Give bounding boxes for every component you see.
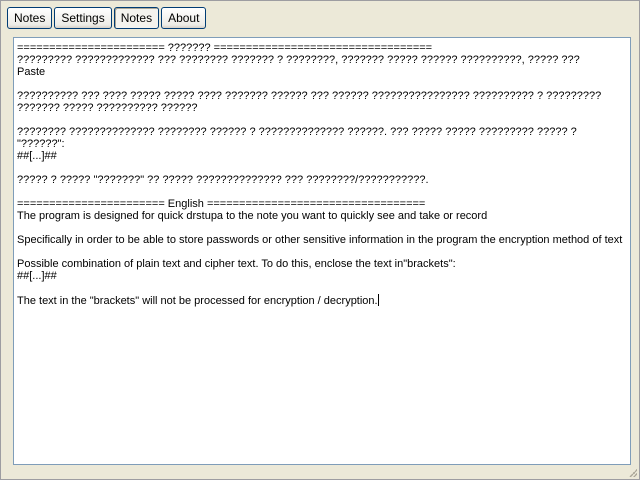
text-line: ?????????? ??? ???? ????? ????? ???? ???… [17,90,602,102]
text-line: ##[...]## [17,150,57,162]
app-window: Notes Settings Notes About =============… [0,0,640,480]
tab-notes-active[interactable]: Notes [113,7,160,29]
tab-notes[interactable]: Notes [7,7,53,29]
tab-about[interactable]: About [161,7,207,29]
text-line [17,282,627,294]
text-line: ??????? ????? ?????????? ?????? [17,102,198,114]
text-line: ???????? ?????????????? ???????? ?????? … [17,126,577,138]
text-line [17,186,627,198]
text-line: Possible combination of plain text and c… [17,258,456,270]
text-line: ????????? ????????????? ??? ???????? ???… [17,54,580,66]
tab-toolbar: Notes Settings Notes About [7,7,207,31]
text-line: Paste [17,66,46,78]
text-line: "??????": [17,138,65,150]
text-line: ======================= ??????? ========… [17,42,433,54]
text-line-last: The text in the "brackets" will not be p… [17,294,627,307]
text-line [17,114,627,126]
text-line-content: The text in the "brackets" will not be p… [17,295,378,307]
text-line: ======================= English ========… [17,198,426,210]
resize-grip[interactable] [627,467,637,477]
text-line: ????? ? ????? "???????" ?? ????? ???????… [17,174,429,186]
text-line [17,222,627,234]
text-line [17,162,627,174]
tab-settings[interactable]: Settings [54,7,112,29]
text-line: Specifically in order to be able to stor… [17,234,623,246]
notes-text-area[interactable]: ======================= ??????? ========… [13,37,631,465]
text-line [17,246,627,258]
text-line [17,78,627,90]
text-line: ##[...]## [17,270,57,282]
text-caret [377,294,379,306]
text-line: The program is designed for quick drstup… [17,210,488,222]
